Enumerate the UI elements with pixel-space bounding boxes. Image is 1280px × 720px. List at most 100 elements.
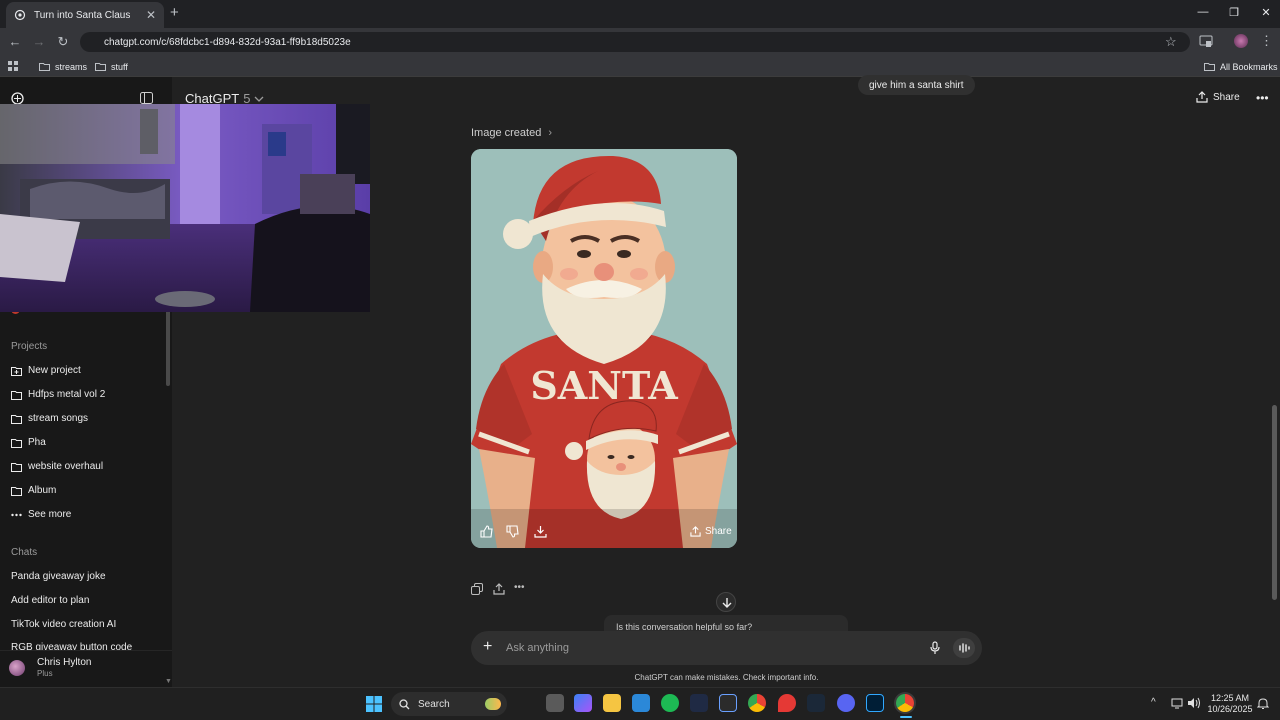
- scroll-to-bottom-button[interactable]: [716, 592, 736, 612]
- project-website-overhaul[interactable]: website overhaul: [11, 461, 103, 472]
- share-icon[interactable]: [493, 583, 505, 595]
- bookmark-label: streams: [55, 61, 88, 72]
- app-diamond-icon[interactable]: [719, 694, 737, 712]
- chat-item[interactable]: Add editor to plan: [11, 595, 89, 606]
- image-share-button[interactable]: Share: [690, 526, 732, 537]
- see-more-label: See more: [28, 509, 72, 520]
- chat-item[interactable]: Panda giveaway joke: [11, 571, 106, 582]
- volume-icon[interactable]: [1187, 697, 1200, 709]
- santa-illustration: SANTA: [471, 149, 737, 548]
- bookmark-streams[interactable]: streams: [39, 59, 87, 74]
- model-selector[interactable]: ChatGPT 5: [185, 91, 264, 106]
- back-icon[interactable]: ←: [7, 35, 23, 49]
- feedback-text: Is this conversation helpful so far?: [616, 622, 753, 631]
- tab-strip: [0, 0, 1280, 28]
- avatar: [9, 659, 25, 676]
- browser-menu-icon[interactable]: ⋮: [1260, 33, 1273, 49]
- project-stream-songs[interactable]: stream songs: [11, 413, 88, 424]
- close-tab-icon[interactable]: ✕: [146, 8, 156, 22]
- bookmark-stuff[interactable]: stuff: [95, 59, 128, 74]
- image-created-label[interactable]: Image created ›: [471, 127, 552, 139]
- restore-icon[interactable]: ❐: [1224, 6, 1244, 19]
- notifications-bell-icon[interactable]: [1257, 697, 1269, 710]
- project-hdfps-metal[interactable]: Hdfps metal vol 2: [11, 389, 105, 400]
- user-message-bubble: give him a santa shirt: [858, 75, 975, 95]
- taskbar-search[interactable]: Search: [391, 692, 507, 716]
- download-icon[interactable]: [534, 525, 547, 538]
- maps-pin-icon[interactable]: [778, 694, 796, 712]
- system-clock[interactable]: 12:25 AM 10/26/2025: [1206, 693, 1254, 715]
- photoshop-icon[interactable]: [866, 694, 884, 712]
- feedback-prompt: Is this conversation helpful so far?: [604, 615, 848, 631]
- steam-icon[interactable]: [807, 694, 825, 712]
- apps-grid-icon[interactable]: [8, 61, 19, 72]
- minimize-icon[interactable]: —: [1193, 6, 1213, 18]
- sidebar-scrollbar[interactable]: [166, 310, 170, 386]
- chat-item[interactable]: TikTok video creation AI: [11, 619, 116, 630]
- tab-title: Turn into Santa Claus: [34, 9, 131, 21]
- project-label: website overhaul: [28, 461, 104, 472]
- share-icon: [690, 526, 701, 537]
- address-bar[interactable]: chatgpt.com/c/68fdcbc1-d894-832d-93a1-ff…: [80, 32, 1190, 52]
- sidebar-toggle-icon[interactable]: [140, 92, 153, 104]
- clock-date: 10/26/2025: [1207, 704, 1253, 714]
- project-label: Hdfps metal vol 2: [28, 389, 106, 400]
- image-share-label: Share: [705, 526, 732, 537]
- windows-start-icon[interactable]: [366, 696, 382, 712]
- copilot-icon[interactable]: [574, 694, 592, 712]
- project-label: stream songs: [28, 413, 89, 424]
- browser-tab[interactable]: Turn into Santa Claus ✕: [6, 2, 164, 28]
- project-new[interactable]: New project: [11, 365, 81, 376]
- voice-mode-button[interactable]: [953, 638, 975, 658]
- generated-image[interactable]: SANTA: [471, 149, 737, 548]
- main-scrollbar[interactable]: [1272, 405, 1277, 600]
- bookmark-label: stuff: [111, 61, 128, 72]
- all-bookmarks-label: All Bookmarks: [1220, 61, 1278, 72]
- prompt-input[interactable]: [506, 642, 886, 654]
- task-view-icon[interactable]: [546, 694, 564, 712]
- project-label: Album: [28, 485, 57, 496]
- thumbs-up-icon[interactable]: [480, 525, 493, 538]
- user-name: Chris Hylton: [37, 657, 92, 668]
- new-folder-icon: [11, 366, 22, 376]
- file-explorer-icon[interactable]: [603, 694, 621, 712]
- network-icon[interactable]: [1171, 697, 1183, 709]
- reload-icon[interactable]: ↻: [55, 35, 71, 49]
- chrome-icon[interactable]: [748, 694, 766, 712]
- more-options-icon[interactable]: •••: [1256, 91, 1269, 105]
- see-more-button[interactable]: See more: [11, 509, 71, 520]
- close-window-icon[interactable]: ✕: [1256, 6, 1276, 19]
- chrome-active-icon[interactable]: [896, 694, 914, 712]
- share-button[interactable]: Share: [1196, 91, 1240, 103]
- chevron-right-icon: ›: [548, 127, 553, 139]
- active-app-indicator: [900, 716, 912, 718]
- project-album[interactable]: Album: [11, 485, 56, 496]
- webcam-feed-image: [0, 104, 370, 312]
- spotify-icon[interactable]: [661, 694, 679, 712]
- share-label: Share: [1213, 91, 1240, 103]
- user-menu[interactable]: Chris Hylton Plus: [9, 657, 91, 678]
- all-bookmarks[interactable]: All Bookmarks: [1204, 59, 1278, 74]
- scroll-down-arrow-icon[interactable]: ▼: [165, 678, 172, 685]
- notepad-icon[interactable]: [632, 694, 650, 712]
- more-actions-icon[interactable]: •••: [514, 582, 525, 593]
- disclaimer: ChatGPT can make mistakes. Check importa…: [634, 673, 819, 682]
- thumbs-down-icon[interactable]: [506, 525, 519, 538]
- copy-icon[interactable]: [471, 583, 483, 595]
- add-attachment-icon[interactable]: +: [483, 639, 492, 655]
- new-tab-icon[interactable]: +: [170, 5, 184, 21]
- hud-fx-icon[interactable]: [690, 694, 708, 712]
- cast-icon[interactable]: [1199, 35, 1213, 48]
- chevron-down-icon: [254, 96, 264, 102]
- folder-icon: [11, 462, 22, 472]
- bookmarks-bar: [0, 56, 1280, 77]
- shirt-text: SANTA: [530, 363, 678, 408]
- microphone-icon[interactable]: [929, 641, 941, 655]
- discord-icon[interactable]: [837, 694, 855, 712]
- chat-item[interactable]: RGB giveaway button code: [11, 642, 132, 650]
- tray-overflow-icon[interactable]: ^: [1151, 697, 1156, 708]
- bookmark-star-icon[interactable]: ☆: [1165, 34, 1177, 50]
- profile-avatar[interactable]: [1234, 34, 1248, 48]
- forward-icon[interactable]: →: [31, 35, 47, 49]
- project-pha[interactable]: Pha: [11, 437, 46, 448]
